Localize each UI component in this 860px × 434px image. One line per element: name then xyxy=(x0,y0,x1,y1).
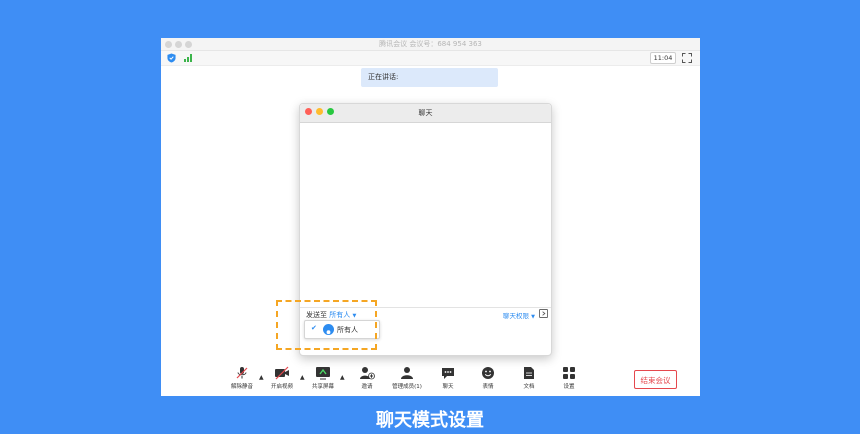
popout-icon[interactable] xyxy=(539,309,548,318)
add-user-icon xyxy=(360,367,375,380)
end-meeting-button[interactable]: 结束会议 xyxy=(634,370,677,389)
share-screen-icon xyxy=(316,367,330,380)
emoji-button[interactable]: 表情 xyxy=(468,366,508,390)
chat-permission-button[interactable]: 聊天权限 ▼ xyxy=(503,310,535,320)
chat-permission-label: 聊天权限 xyxy=(503,312,529,320)
highlight-box xyxy=(276,300,377,350)
settings-grid-icon xyxy=(563,367,575,379)
chat-label: 聊天 xyxy=(442,384,454,390)
video-off-icon xyxy=(275,366,289,380)
emoji-label: 表情 xyxy=(482,384,494,390)
chat-button[interactable]: 聊天 xyxy=(428,366,468,390)
docs-button[interactable]: 文档 xyxy=(509,366,549,390)
chat-bubble-icon xyxy=(442,368,454,379)
unmute-label: 解除静音 xyxy=(230,384,253,390)
shield-icon[interactable] xyxy=(167,53,176,63)
invite-label: 邀请 xyxy=(361,384,373,390)
manage-members-label: 管理成员(1) xyxy=(392,384,422,390)
meeting-timer: 11:04 xyxy=(650,52,676,64)
members-icon xyxy=(401,367,413,379)
invite-button[interactable]: 邀请 xyxy=(347,366,387,390)
window-titlebar: 腾讯会议 会议号：684 954 363 xyxy=(161,38,700,51)
smiley-icon xyxy=(482,367,494,379)
start-video-label: 开启视频 xyxy=(270,384,293,390)
share-screen-button[interactable]: 共享屏幕 xyxy=(303,366,343,390)
manage-members-button[interactable]: 管理成员(1) xyxy=(387,366,427,390)
page-caption: 聊天模式设置 xyxy=(376,410,484,431)
settings-button[interactable]: 设置 xyxy=(549,366,589,390)
signal-icon[interactable] xyxy=(184,54,194,62)
share-screen-label: 共享屏幕 xyxy=(311,384,334,390)
window-title: 腾讯会议 会议号：684 954 363 xyxy=(379,40,482,48)
settings-label: 设置 xyxy=(563,384,575,390)
chevron-down-icon: ▼ xyxy=(531,314,535,320)
chat-title: 聊天 xyxy=(418,109,433,117)
unmute-button[interactable]: 解除静音 xyxy=(222,366,262,390)
status-bar: 11:04 xyxy=(161,51,700,66)
docs-label: 文档 xyxy=(523,384,535,390)
document-icon xyxy=(524,367,534,379)
share-options-caret[interactable]: ▲ xyxy=(340,374,345,381)
start-video-button[interactable]: 开启视频 xyxy=(262,366,302,390)
fullscreen-icon[interactable] xyxy=(682,53,692,63)
speaking-indicator: 正在讲话: xyxy=(361,68,498,87)
mic-muted-icon xyxy=(236,367,248,379)
chat-titlebar: 聊天 xyxy=(300,104,551,123)
